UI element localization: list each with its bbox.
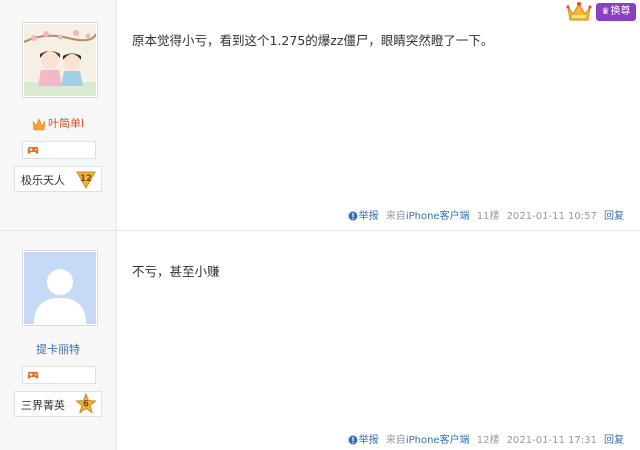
report-link[interactable]: 举报 [348, 435, 379, 446]
level-box: 三界菁英 6 [14, 391, 102, 417]
username[interactable]: 叶简单l [0, 115, 116, 131]
report-label: 举报 [358, 435, 379, 446]
post-footer: 举报 来自iPhone客户端 11楼 2021-01-11 10:57 回复 [344, 207, 624, 222]
avatar[interactable] [22, 22, 98, 98]
report-icon [348, 211, 358, 221]
post-floor-12: 提卡丽特 三界菁英 6 不亏，甚至小赚 举报 来自iPhone客户端 12楼 2… [0, 231, 640, 450]
vip-crown-icon [32, 117, 46, 130]
post-floor-11: 叶简单l 极乐天人 12 原本觉得小亏，看到这个1.275的爆zz僵尸，眼睛突然… [0, 0, 640, 230]
source-text: 来自iPhone客户端 [385, 435, 470, 446]
source-device[interactable]: iPhone客户端 [406, 435, 470, 446]
reply-link[interactable]: 回复 [604, 211, 624, 222]
username-label: 叶简单l [47, 117, 85, 130]
post-content: 原本觉得小亏，看到这个1.275的爆zz僵尸，眼睛突然瞪了一下。 [132, 33, 494, 48]
badge-box[interactable] [22, 366, 96, 384]
floor-number: 11楼 [476, 211, 500, 222]
floor-number: 12楼 [476, 435, 500, 446]
level-number: 12 [80, 174, 92, 184]
user-sidebar: 叶简单l 极乐天人 12 [0, 0, 117, 230]
level-badge-icon: 6 [75, 393, 97, 414]
gamepad-icon [27, 146, 39, 154]
source-text: 来自iPhone客户端 [385, 211, 470, 222]
badge-box[interactable] [22, 141, 96, 159]
level-number: 6 [83, 400, 89, 410]
user-sidebar: 提卡丽特 三界菁英 6 [0, 231, 117, 450]
post-timestamp: 2021-01-11 10:57 [506, 211, 597, 222]
gamepad-icon [27, 371, 39, 379]
post-content: 不亏，甚至小赚 [132, 264, 220, 279]
reply-link[interactable]: 回复 [604, 435, 624, 446]
username[interactable]: 提卡丽特 [0, 341, 116, 357]
source-device[interactable]: iPhone客户端 [406, 211, 470, 222]
report-label: 举报 [358, 211, 379, 222]
default-avatar-image [24, 252, 96, 324]
anime-couple-avatar-image [24, 24, 96, 96]
report-link[interactable]: 举报 [348, 211, 379, 222]
avatar[interactable] [22, 250, 98, 326]
level-badge-icon: 12 [76, 171, 96, 190]
report-icon [348, 435, 358, 445]
post-footer: 举报 来自iPhone客户端 12楼 2021-01-11 17:31 回复 [344, 431, 624, 446]
level-title: 三界菁英 [21, 399, 65, 412]
level-title: 极乐天人 [21, 174, 65, 187]
post-timestamp: 2021-01-11 17:31 [506, 435, 597, 446]
level-box: 极乐天人 12 [14, 166, 102, 192]
